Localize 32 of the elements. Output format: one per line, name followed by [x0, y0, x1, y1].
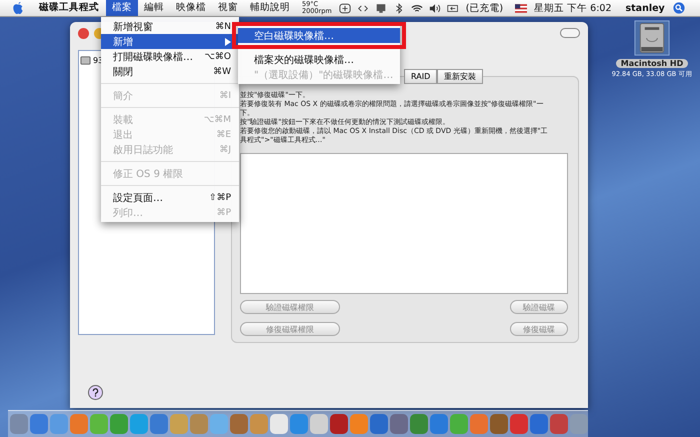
menu-bar-item[interactable]: 映像檔 — [170, 0, 212, 16]
toolbar-toggle-button[interactable] — [560, 28, 580, 38]
close-button[interactable] — [78, 28, 89, 38]
wifi-icon[interactable] — [410, 2, 423, 14]
search-icon[interactable] — [672, 2, 685, 14]
help-button[interactable] — [88, 385, 103, 400]
volume-icon[interactable] — [428, 2, 441, 14]
apple-logo-icon[interactable] — [12, 1, 24, 15]
menu-bar-item[interactable]: 視窗 — [212, 0, 244, 16]
menu-item[interactable]: 空白磁碟映像檔… — [238, 28, 400, 43]
menu-item[interactable]: 打開磁碟映像檔… ⌥⌘O — [101, 49, 239, 64]
menu-item[interactable]: 設定頁面… ⇧⌘P — [101, 190, 239, 205]
tab[interactable]: RAID — [404, 69, 438, 84]
hard-drive-icon[interactable] — [634, 20, 670, 56]
menu-bar-item[interactable]: 檔案 — [106, 0, 138, 16]
user-name[interactable]: stanley — [621, 2, 669, 14]
flag-icon[interactable] — [515, 2, 528, 14]
menu-item[interactable]: 新增 — [101, 34, 239, 49]
menu-bar-clock[interactable]: 星期五 下午 6:02 — [530, 2, 616, 14]
question-mark-icon — [92, 388, 99, 397]
app-menu[interactable]: 磁碟工具程式 — [32, 1, 106, 15]
battery-status[interactable]: (已充電) — [462, 2, 508, 14]
tab[interactable]: 重新安裝 — [437, 69, 484, 84]
menu-bar-item[interactable]: 編輯 — [138, 0, 170, 16]
menu-item[interactable]: 新增視窗 ⌘N — [101, 19, 239, 34]
add-icon[interactable] — [338, 2, 351, 14]
menu-item[interactable]: 檔案夾的磁碟映像檔… — [238, 52, 400, 67]
battery-icon[interactable] — [446, 2, 459, 14]
desktop-icon-label[interactable]: Macintosh HD — [616, 59, 688, 68]
menu-item[interactable]: 關閉 ⌘W — [101, 64, 239, 79]
display-icon[interactable] — [374, 2, 387, 14]
menu-bar-item[interactable]: 輔助說明 — [244, 0, 296, 16]
